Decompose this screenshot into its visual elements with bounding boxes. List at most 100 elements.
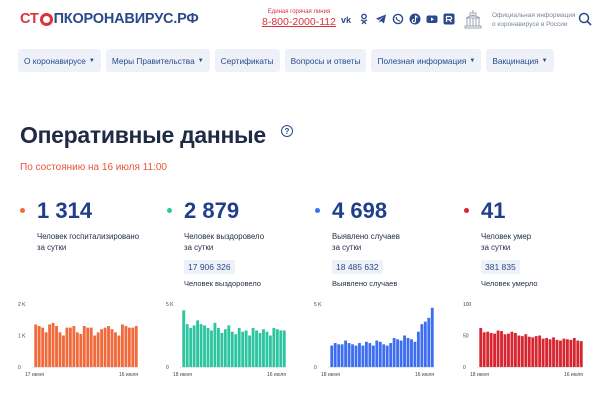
chart-bar[interactable]: [223, 329, 227, 367]
chart-bar[interactable]: [275, 329, 279, 367]
chart-bar[interactable]: [382, 344, 386, 367]
chart-bar[interactable]: [230, 331, 234, 367]
chart-bar[interactable]: [361, 345, 365, 367]
chart-bar[interactable]: [416, 331, 420, 367]
help-icon[interactable]: ?: [281, 125, 293, 137]
chart-bar[interactable]: [541, 338, 545, 367]
chart-bar[interactable]: [41, 327, 45, 367]
nav-item-about-coronavirus[interactable]: О коронавирусе ▼: [18, 49, 101, 72]
chart-bar[interactable]: [189, 327, 193, 367]
chart-bar[interactable]: [576, 340, 580, 367]
chart-bar[interactable]: [420, 324, 424, 367]
chart-bar[interactable]: [507, 333, 510, 367]
chart-bar[interactable]: [37, 326, 41, 367]
chart-bar[interactable]: [182, 310, 186, 367]
chart-bar[interactable]: [48, 324, 52, 367]
chart-bar[interactable]: [385, 345, 389, 367]
chart-bar[interactable]: [185, 324, 189, 367]
chart-bar[interactable]: [562, 338, 566, 367]
chart-bar[interactable]: [534, 336, 538, 367]
youtube-icon[interactable]: [426, 13, 438, 25]
rutube-icon[interactable]: [443, 13, 455, 25]
chart-bar[interactable]: [524, 334, 528, 367]
chart-bar[interactable]: [237, 327, 241, 367]
chart-bar[interactable]: [396, 339, 400, 367]
chart-bar[interactable]: [65, 327, 69, 367]
chart-bar[interactable]: [117, 335, 121, 368]
chart-bar[interactable]: [220, 332, 224, 367]
chart-bar[interactable]: [410, 339, 413, 367]
chart-bar[interactable]: [248, 335, 252, 368]
chart-bar[interactable]: [55, 326, 58, 367]
chart-bar[interactable]: [572, 338, 576, 367]
chart-bar[interactable]: [569, 339, 573, 367]
chart-bar[interactable]: [371, 345, 375, 367]
chart-bar[interactable]: [62, 335, 65, 368]
chart-bar[interactable]: [413, 341, 417, 367]
chart-bar[interactable]: [351, 344, 354, 367]
chart-bar[interactable]: [268, 335, 272, 368]
chart-bar[interactable]: [399, 340, 403, 367]
chart-bar[interactable]: [210, 330, 213, 367]
chart-bar[interactable]: [579, 341, 583, 367]
viber-icon[interactable]: [392, 13, 404, 25]
telegram-icon[interactable]: [375, 13, 387, 25]
chart-bar[interactable]: [96, 332, 100, 367]
chart-bar[interactable]: [282, 330, 286, 367]
chart-bar[interactable]: [375, 340, 379, 367]
chart-bar[interactable]: [520, 336, 524, 367]
chart-bar[interactable]: [354, 345, 358, 367]
hotline-number-link[interactable]: 8-800-2000-112: [262, 16, 336, 28]
chart-bar[interactable]: [389, 343, 393, 367]
chart-bar[interactable]: [265, 331, 269, 367]
chart-bar[interactable]: [68, 327, 72, 367]
chart-bar[interactable]: [344, 340, 348, 367]
chart-bar[interactable]: [110, 329, 114, 367]
chart-bar[interactable]: [82, 326, 86, 367]
odnoklassniki-icon[interactable]: [358, 13, 370, 25]
chart-bar[interactable]: [34, 324, 38, 367]
chart-bar[interactable]: [89, 327, 93, 367]
chart-bar[interactable]: [100, 329, 104, 367]
vk-icon[interactable]: vk: [341, 13, 353, 25]
chart-bar[interactable]: [548, 339, 552, 367]
chart-bar[interactable]: [103, 327, 107, 367]
chart-bar[interactable]: [364, 341, 368, 367]
chart-bar[interactable]: [538, 335, 542, 368]
chart-bar[interactable]: [196, 320, 200, 367]
chart-bar[interactable]: [531, 337, 535, 367]
chart-bar[interactable]: [93, 335, 97, 368]
chart-bar[interactable]: [216, 327, 220, 367]
chart-bar[interactable]: [51, 322, 55, 367]
chart-bar[interactable]: [333, 343, 337, 367]
chart-bar[interactable]: [255, 330, 258, 367]
chart-bar[interactable]: [510, 331, 514, 367]
chart-bar[interactable]: [241, 331, 245, 367]
chart-bar[interactable]: [244, 330, 248, 367]
chart-bar[interactable]: [127, 327, 131, 367]
chart-bar[interactable]: [272, 327, 276, 367]
chart-bar[interactable]: [114, 332, 117, 367]
chart-bar[interactable]: [500, 331, 503, 367]
chart-bar[interactable]: [203, 325, 206, 367]
chart-bar[interactable]: [517, 335, 521, 368]
tiktok-icon[interactable]: [409, 13, 421, 25]
chart-bar[interactable]: [347, 343, 351, 367]
chart-bar[interactable]: [251, 327, 255, 367]
chart-bar[interactable]: [86, 327, 90, 367]
chart-bar[interactable]: [199, 324, 203, 367]
chart-bar[interactable]: [134, 326, 138, 367]
chart-bar[interactable]: [392, 338, 396, 367]
chart-bar[interactable]: [427, 317, 431, 367]
nav-item-faq[interactable]: Вопросы и ответы: [284, 49, 367, 72]
chart-bar[interactable]: [44, 332, 48, 367]
chart-bar[interactable]: [527, 336, 531, 367]
chart-bar[interactable]: [58, 332, 62, 367]
chart-bar[interactable]: [496, 330, 500, 367]
search-icon[interactable]: [578, 12, 592, 26]
chart-bar[interactable]: [358, 343, 361, 367]
chart-bar[interactable]: [565, 339, 569, 367]
chart-bar[interactable]: [513, 332, 517, 367]
chart-bar[interactable]: [486, 331, 490, 367]
chart-bar[interactable]: [258, 332, 262, 367]
